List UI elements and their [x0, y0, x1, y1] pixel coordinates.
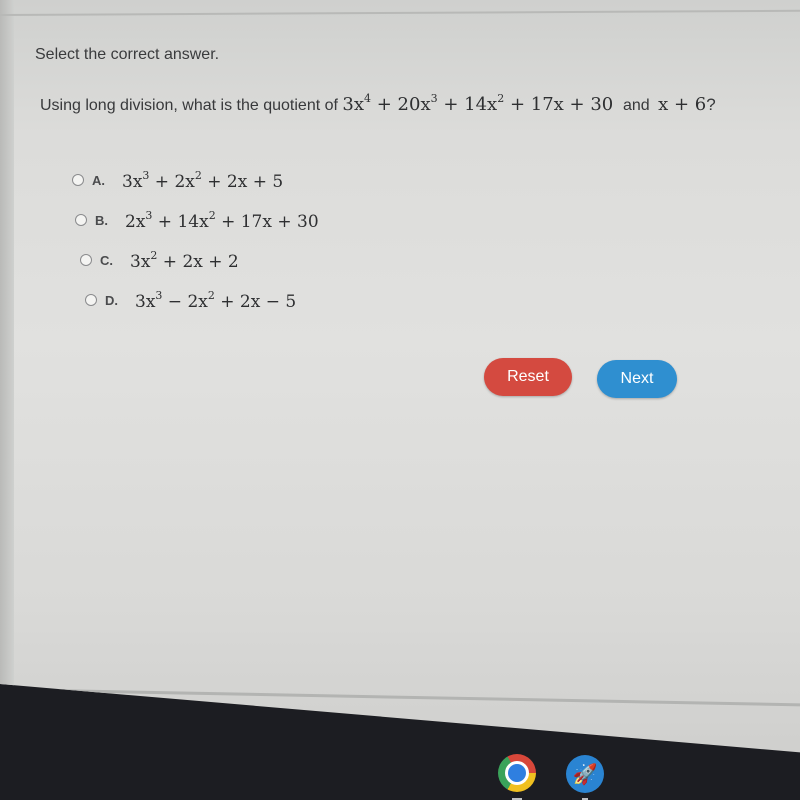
rocket-icon[interactable]: 🚀 — [566, 755, 604, 793]
term: 3x — [342, 94, 365, 115]
chrome-icon[interactable] — [498, 754, 536, 792]
option-letter: A. — [92, 172, 105, 188]
radio-button[interactable] — [75, 214, 87, 226]
option-expression: 3x2 + 2x + 2 — [130, 248, 239, 272]
question-panel: Select the correct answer. Using long di… — [0, 0, 800, 700]
reset-button[interactable]: Reset — [484, 358, 572, 396]
radio-button[interactable] — [72, 174, 84, 186]
exponent: 4 — [364, 92, 372, 105]
exponent: 3 — [430, 92, 438, 105]
radio-button[interactable] — [85, 294, 97, 306]
option-b[interactable]: B. 2x3 + 14x2 + 17x + 30 — [75, 200, 319, 240]
dividend-expression: 3x4 + 20x3 + 14x2 + 17x + 30 — [342, 92, 614, 115]
taskbar: 🚀 — [0, 740, 800, 800]
term: 20x — [397, 94, 431, 115]
option-expression: 3x3 + 2x2 + 2x + 5 — [122, 168, 284, 192]
question-mark: ? — [706, 95, 716, 114]
option-a[interactable]: A. 3x3 + 2x2 + 2x + 5 — [72, 160, 319, 200]
question-text: Using long division, what is the quotien… — [40, 97, 338, 114]
next-button[interactable]: Next — [597, 360, 677, 398]
option-c[interactable]: C. 3x2 + 2x + 2 — [80, 240, 319, 280]
option-expression: 2x3 + 14x2 + 17x + 30 — [125, 208, 319, 232]
term: 14x — [464, 94, 498, 115]
exponent: 2 — [497, 92, 505, 105]
conjunction-text: and — [622, 97, 650, 114]
option-letter: C. — [100, 252, 113, 268]
option-expression: 3x3 − 2x2 + 2x − 5 — [135, 288, 297, 312]
term: + 17x + 30 — [509, 94, 614, 115]
answer-options: A. 3x3 + 2x2 + 2x + 5 B. 2x3 + 14x2 + 17… — [72, 160, 319, 320]
browser-page: Select the correct answer. Using long di… — [0, 0, 800, 753]
divisor-expression: x + 6 — [658, 94, 707, 115]
radio-button[interactable] — [80, 254, 92, 266]
option-d[interactable]: D. 3x3 − 2x2 + 2x − 5 — [85, 280, 319, 320]
question-prompt: Using long division, what is the quotien… — [40, 92, 716, 115]
option-letter: D. — [105, 292, 118, 308]
instruction-text: Select the correct answer. — [35, 46, 220, 63]
option-letter: B. — [95, 212, 108, 228]
